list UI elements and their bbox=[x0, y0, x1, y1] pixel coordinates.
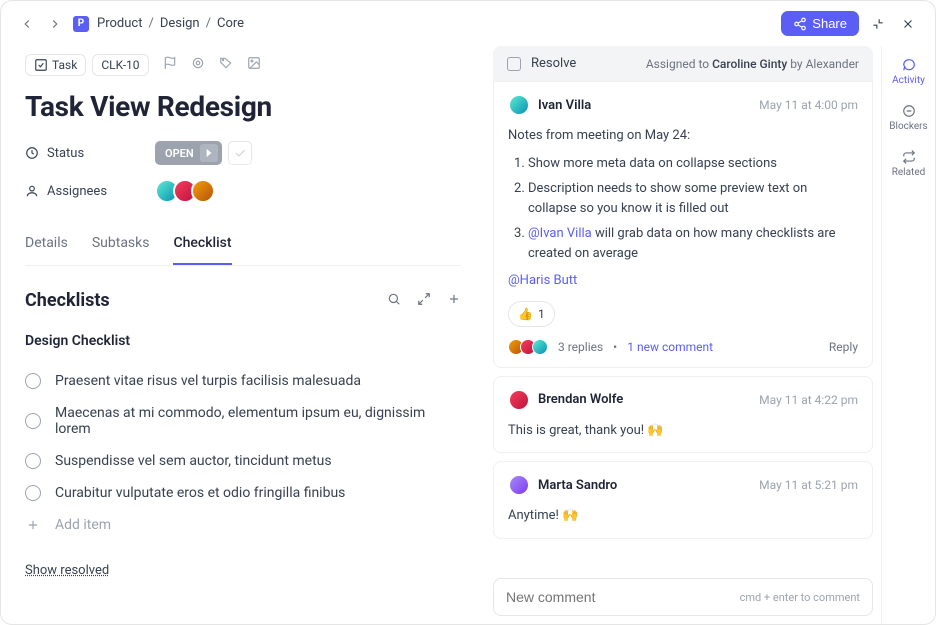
resolve-checkbox[interactable] bbox=[507, 57, 521, 71]
comment-author: Ivan Villa bbox=[538, 98, 591, 113]
assignees-label: Assignees bbox=[25, 184, 155, 199]
avatar bbox=[508, 389, 530, 411]
checklist-name: Design Checklist bbox=[25, 333, 461, 349]
avatar bbox=[508, 474, 530, 496]
new-comment-input[interactable] bbox=[506, 589, 740, 605]
breadcrumb-product[interactable]: Product bbox=[97, 16, 142, 31]
comment-icon bbox=[902, 58, 916, 72]
target-icon[interactable] bbox=[191, 56, 205, 74]
show-resolved-link[interactable]: Show resolved bbox=[25, 563, 461, 578]
comment-author: Brendan Wolfe bbox=[538, 392, 623, 407]
tab-subtasks[interactable]: Subtasks bbox=[92, 227, 150, 265]
task-id-pill[interactable]: CLK-10 bbox=[92, 54, 148, 76]
assignee-avatars[interactable] bbox=[155, 179, 215, 203]
checklist-item[interactable]: Suspendisse vel sem auctor, tincidunt me… bbox=[25, 445, 461, 477]
add-checklist-icon[interactable] bbox=[447, 292, 461, 310]
new-comment-count[interactable]: 1 new comment bbox=[627, 340, 713, 354]
checklist-item[interactable]: Maecenas at mi commodo, elementum ipsum … bbox=[25, 397, 461, 445]
comment-card: Marta Sandro May 11 at 5:21 pm Anytime! … bbox=[493, 461, 873, 539]
product-logo-icon: P bbox=[73, 16, 89, 32]
breadcrumb: P Product / Design / Core bbox=[73, 16, 244, 32]
task-icon bbox=[34, 58, 48, 72]
image-icon[interactable] bbox=[247, 56, 261, 74]
radio-icon[interactable] bbox=[25, 453, 41, 469]
mention[interactable]: @Haris Butt bbox=[508, 273, 577, 288]
expand-icon[interactable] bbox=[417, 292, 431, 310]
status-pill[interactable]: OPEN bbox=[155, 141, 222, 165]
minimize-icon[interactable] bbox=[867, 13, 889, 35]
search-icon[interactable] bbox=[387, 292, 401, 310]
nav-forward-icon[interactable] bbox=[45, 14, 65, 34]
resolve-bar: Resolve Assigned to Caroline Ginty by Al… bbox=[493, 46, 873, 81]
topbar: P Product / Design / Core Share bbox=[1, 1, 935, 46]
composer-hint: cmd + enter to comment bbox=[740, 591, 860, 604]
comment-body: Anytime! 🙌 bbox=[508, 506, 858, 526]
tag-icon[interactable] bbox=[219, 56, 233, 74]
avatar[interactable] bbox=[191, 179, 215, 203]
comments-panel: Resolve Assigned to Caroline Ginty by Al… bbox=[485, 46, 881, 624]
radio-icon[interactable] bbox=[25, 485, 41, 501]
avatar bbox=[508, 94, 530, 116]
new-comment-box[interactable]: cmd + enter to comment bbox=[493, 578, 873, 616]
tab-checklist[interactable]: Checklist bbox=[173, 227, 231, 265]
comment-body: This is great, thank you! 🙌 bbox=[508, 421, 858, 441]
status-icon bbox=[25, 146, 39, 160]
sidebar-related[interactable]: Related bbox=[892, 150, 926, 178]
task-type-pill[interactable]: Task bbox=[25, 54, 86, 76]
page-title: Task View Redesign bbox=[25, 90, 461, 123]
checklist-item[interactable]: Praesent vitae risus vel turpis facilisi… bbox=[25, 365, 461, 397]
status-next-icon[interactable] bbox=[200, 144, 218, 162]
checklist-item-label: Maecenas at mi commodo, elementum ipsum … bbox=[55, 405, 461, 437]
status-value: OPEN bbox=[165, 147, 194, 160]
nav-back-icon[interactable] bbox=[17, 14, 37, 34]
checklist-item-label: Praesent vitae risus vel turpis facilisi… bbox=[55, 373, 361, 389]
blockers-icon bbox=[902, 104, 916, 118]
breadcrumb-design[interactable]: Design bbox=[160, 16, 200, 31]
status-complete-button[interactable] bbox=[228, 141, 252, 165]
comment-time: May 11 at 4:22 pm bbox=[759, 393, 858, 407]
resolve-label: Resolve bbox=[531, 56, 576, 71]
related-icon bbox=[902, 150, 916, 164]
user-icon bbox=[25, 184, 39, 198]
tabs: Details Subtasks Checklist bbox=[25, 227, 461, 266]
plus-icon bbox=[25, 517, 41, 533]
comment-author: Marta Sandro bbox=[538, 478, 617, 493]
sidebar-blockers[interactable]: Blockers bbox=[889, 104, 927, 132]
radio-icon[interactable] bbox=[25, 373, 41, 389]
share-icon bbox=[793, 17, 807, 31]
comment-body: Notes from meeting on May 24: Show more … bbox=[508, 126, 858, 327]
radio-icon[interactable] bbox=[25, 413, 41, 429]
right-sidebar: Activity Blockers Related bbox=[881, 46, 935, 624]
comment-time: May 11 at 5:21 pm bbox=[759, 478, 858, 492]
assigned-text: Assigned to Caroline Ginty by Alexander bbox=[646, 57, 859, 71]
comment-card: Brendan Wolfe May 11 at 4:22 pm This is … bbox=[493, 376, 873, 454]
replies-count[interactable]: 3 replies bbox=[558, 340, 603, 354]
comment-card: Ivan Villa May 11 at 4:00 pm Notes from … bbox=[493, 81, 873, 368]
reaction-button[interactable]: 👍1 bbox=[508, 301, 555, 327]
share-label: Share bbox=[812, 16, 847, 31]
add-item-label: Add item bbox=[55, 517, 111, 533]
task-type-label: Task bbox=[52, 58, 77, 72]
breadcrumb-core[interactable]: Core bbox=[217, 16, 244, 31]
reply-avatars bbox=[508, 339, 548, 355]
comment-time: May 11 at 4:00 pm bbox=[759, 98, 858, 112]
checklist-item-label: Curabitur vulputate eros et odio fringil… bbox=[55, 485, 345, 501]
share-button[interactable]: Share bbox=[781, 11, 859, 36]
checklists-heading: Checklists bbox=[25, 290, 110, 311]
task-panel: Task CLK-10 Task View Redesign Status OP… bbox=[1, 46, 485, 624]
sidebar-activity[interactable]: Activity bbox=[892, 58, 925, 86]
checklist-item-label: Suspendisse vel sem auctor, tincidunt me… bbox=[55, 453, 332, 469]
status-label: Status bbox=[25, 146, 155, 161]
flag-icon[interactable] bbox=[163, 56, 177, 74]
add-item-button[interactable]: Add item bbox=[25, 509, 461, 541]
reply-button[interactable]: Reply bbox=[829, 340, 858, 354]
tab-details[interactable]: Details bbox=[25, 227, 68, 265]
checklist-item[interactable]: Curabitur vulputate eros et odio fringil… bbox=[25, 477, 461, 509]
task-id-label: CLK-10 bbox=[101, 58, 139, 72]
close-icon[interactable] bbox=[897, 13, 919, 35]
mention[interactable]: @Ivan Villa bbox=[528, 226, 592, 241]
